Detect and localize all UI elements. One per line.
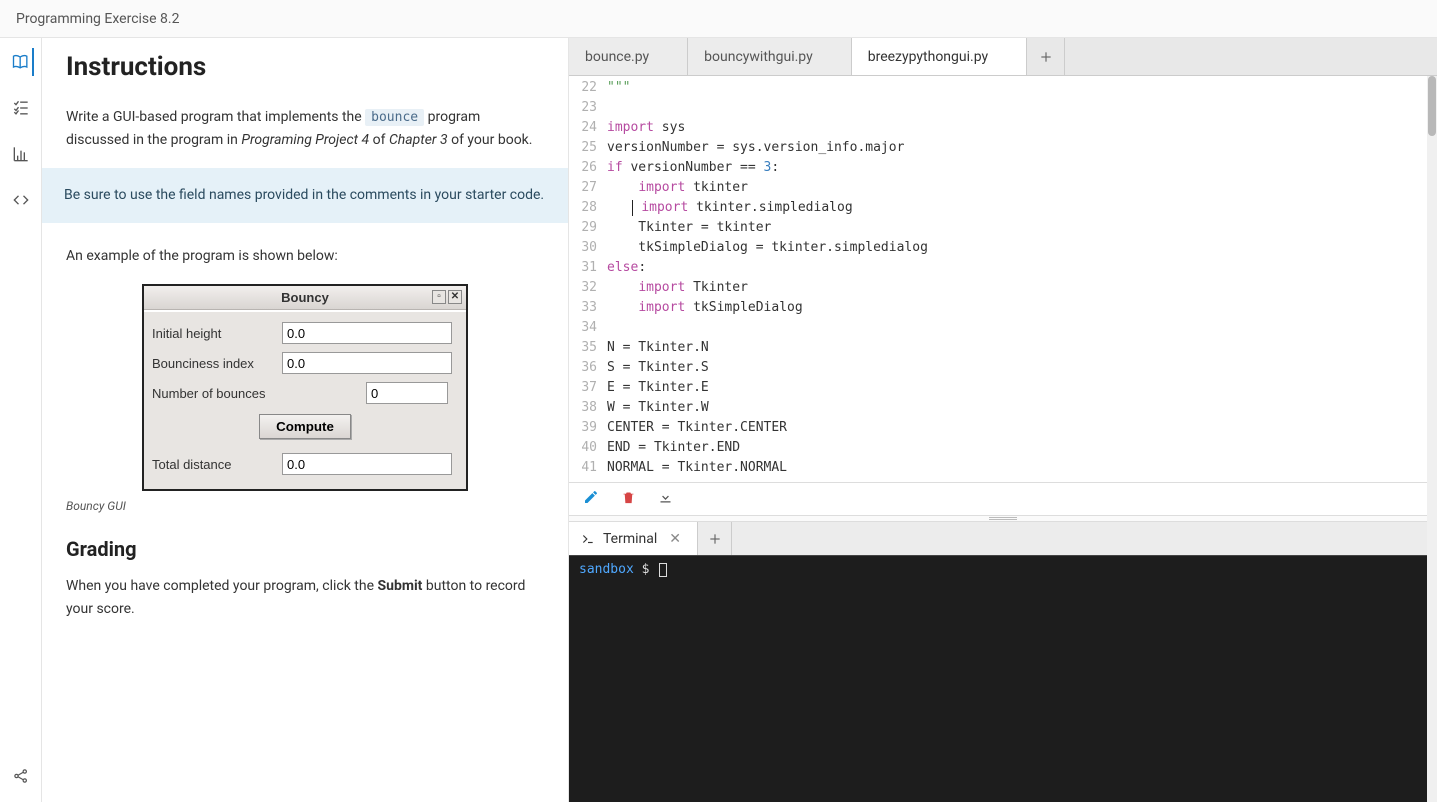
- instructions-pane: Instructions Write a GUI-based program t…: [42, 38, 569, 802]
- grading-heading: Grading: [66, 537, 544, 561]
- terminal-tab-label: Terminal: [603, 531, 657, 547]
- code-icon[interactable]: [9, 188, 33, 212]
- terminal-cursor: [659, 563, 667, 577]
- download-icon[interactable]: [658, 490, 673, 509]
- left-rail: [0, 38, 42, 802]
- terminal-prompt-symbol: $: [642, 562, 658, 577]
- terminal-icon: [581, 532, 595, 546]
- grading-text: When you have completed your program, cl…: [66, 575, 544, 621]
- book-icon[interactable]: [9, 50, 33, 74]
- page-title: Programming Exercise 8.2: [16, 11, 179, 27]
- terminal[interactable]: sandbox $: [569, 556, 1437, 802]
- tab-bouncywithgui-py[interactable]: bouncywithgui.py: [688, 38, 852, 75]
- gui-label-num-bounces: Number of bounces: [152, 386, 282, 401]
- instructions-heading: Instructions: [66, 52, 544, 82]
- instructions-p2: An example of the program is shown below…: [66, 245, 544, 268]
- terminal-tab[interactable]: Terminal ✕: [569, 522, 698, 555]
- trash-icon[interactable]: [621, 490, 636, 509]
- tab-bounce-py[interactable]: bounce.py: [569, 38, 688, 75]
- new-terminal-button[interactable]: [698, 522, 732, 555]
- editor-scrollbar[interactable]: [1427, 76, 1437, 802]
- editor-gutter: 2223242526272829303132333435363738394041: [569, 76, 603, 482]
- gui-compute-button: Compute: [259, 414, 351, 439]
- gui-titlebar: Bouncy ▫ ✕: [144, 286, 466, 310]
- note-box: Be sure to use the field names provided …: [42, 168, 568, 223]
- chart-icon[interactable]: [9, 142, 33, 166]
- gui-mock-image: Bouncy ▫ ✕ Initial height Bounciness ind…: [142, 284, 468, 491]
- editor-code[interactable]: """ import sysversionNumber = sys.versio…: [603, 76, 1437, 482]
- tab-breezypythongui-py[interactable]: breezypythongui.py: [852, 38, 1027, 75]
- image-caption: Bouncy GUI: [66, 499, 544, 513]
- gui-input-total-distance: [282, 453, 452, 475]
- gui-label-bounciness: Bounciness index: [152, 356, 282, 371]
- gui-label-total-distance: Total distance: [152, 457, 282, 472]
- instructions-p1: Write a GUI-based program that implement…: [66, 106, 544, 152]
- scrollbar-thumb[interactable]: [1428, 76, 1436, 136]
- gui-input-bounciness: [282, 352, 452, 374]
- minimize-icon: ▫: [432, 290, 446, 304]
- terminal-tabs: Terminal ✕: [569, 522, 1437, 556]
- code-chip-bounce: bounce: [365, 109, 424, 126]
- editor-tabs: bounce.py bouncywithgui.py breezypythong…: [569, 38, 1437, 76]
- close-icon: ✕: [448, 290, 462, 304]
- close-terminal-tab-icon[interactable]: ✕: [665, 531, 685, 547]
- header-bar: Programming Exercise 8.2: [0, 0, 1437, 38]
- right-pane: bounce.py bouncywithgui.py breezypythong…: [569, 38, 1437, 802]
- editor-toolbar: [569, 482, 1437, 516]
- code-editor[interactable]: 2223242526272829303132333435363738394041…: [569, 76, 1437, 482]
- share-icon[interactable]: [9, 764, 33, 788]
- gui-input-initial-height: [282, 322, 452, 344]
- edit-icon[interactable]: [583, 489, 599, 509]
- gui-label-initial-height: Initial height: [152, 326, 282, 341]
- terminal-host: sandbox: [579, 562, 634, 577]
- new-tab-button[interactable]: [1027, 38, 1065, 75]
- gui-input-num-bounces: [366, 382, 448, 404]
- tasks-icon[interactable]: [9, 96, 33, 120]
